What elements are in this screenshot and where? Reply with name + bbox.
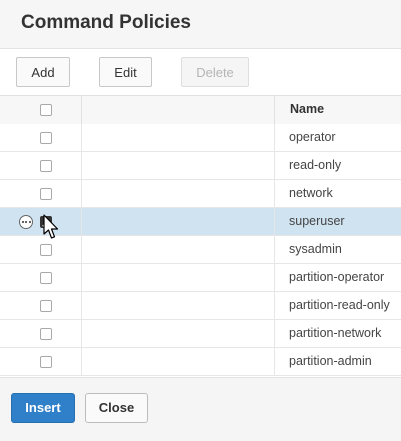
- insert-button[interactable]: Insert: [11, 393, 75, 423]
- policy-name: partition-operator: [289, 270, 385, 284]
- column-divider: [81, 180, 82, 207]
- column-divider: [274, 320, 275, 347]
- row-checkbox[interactable]: [40, 356, 52, 368]
- row-checkbox[interactable]: [40, 188, 52, 200]
- row-checkbox[interactable]: [40, 160, 52, 172]
- column-divider: [81, 348, 82, 375]
- table-row[interactable]: operator: [0, 124, 401, 152]
- command-policies-dialog: Command Policies Add Edit Delete Name op…: [0, 0, 401, 441]
- table-row[interactable]: read-only: [0, 152, 401, 180]
- column-divider: [81, 96, 82, 124]
- policy-name: read-only: [289, 158, 342, 172]
- column-divider: [274, 236, 275, 263]
- column-divider: [81, 320, 82, 347]
- more-options-icon[interactable]: [19, 215, 33, 229]
- dialog-title: Command Policies: [21, 12, 191, 33]
- table-header: Name: [0, 95, 401, 125]
- column-divider: [274, 96, 275, 124]
- column-divider: [81, 152, 82, 179]
- column-divider: [81, 236, 82, 263]
- table-row[interactable]: network: [0, 180, 401, 208]
- column-divider: [81, 124, 82, 151]
- select-all-checkbox[interactable]: [40, 104, 52, 116]
- row-checkbox[interactable]: [40, 328, 52, 340]
- row-checkbox[interactable]: [40, 132, 52, 144]
- dialog-footer: Insert Close: [0, 377, 401, 441]
- column-divider: [274, 152, 275, 179]
- column-divider: [274, 264, 275, 291]
- column-divider: [274, 348, 275, 375]
- policy-name: sysadmin: [289, 242, 342, 256]
- table-row[interactable]: partition-admin: [0, 348, 401, 376]
- column-divider: [274, 180, 275, 207]
- row-checkbox[interactable]: [40, 272, 52, 284]
- column-divider: [274, 208, 275, 235]
- policy-name: network: [289, 186, 333, 200]
- close-button[interactable]: Close: [85, 393, 148, 423]
- policy-name: operator: [289, 130, 336, 144]
- table-row[interactable]: partition-operator: [0, 264, 401, 292]
- mouse-cursor-icon: [43, 214, 59, 239]
- row-checkbox[interactable]: [40, 244, 52, 256]
- policy-name: superuser: [289, 214, 345, 228]
- table-row[interactable]: partition-read-only: [0, 292, 401, 320]
- column-header-name[interactable]: Name: [290, 102, 324, 116]
- toolbar: Add Edit Delete: [0, 49, 401, 95]
- table-row[interactable]: partition-network: [0, 320, 401, 348]
- policy-name: partition-read-only: [289, 298, 390, 312]
- column-divider: [81, 208, 82, 235]
- policy-name: partition-admin: [289, 354, 372, 368]
- add-button[interactable]: Add: [16, 57, 70, 87]
- delete-button: Delete: [181, 57, 249, 87]
- row-checkbox[interactable]: [40, 300, 52, 312]
- column-divider: [81, 292, 82, 319]
- dialog-header: Command Policies: [0, 0, 401, 49]
- column-divider: [274, 292, 275, 319]
- policy-name: partition-network: [289, 326, 382, 340]
- column-divider: [81, 264, 82, 291]
- edit-button[interactable]: Edit: [99, 57, 152, 87]
- column-divider: [274, 124, 275, 151]
